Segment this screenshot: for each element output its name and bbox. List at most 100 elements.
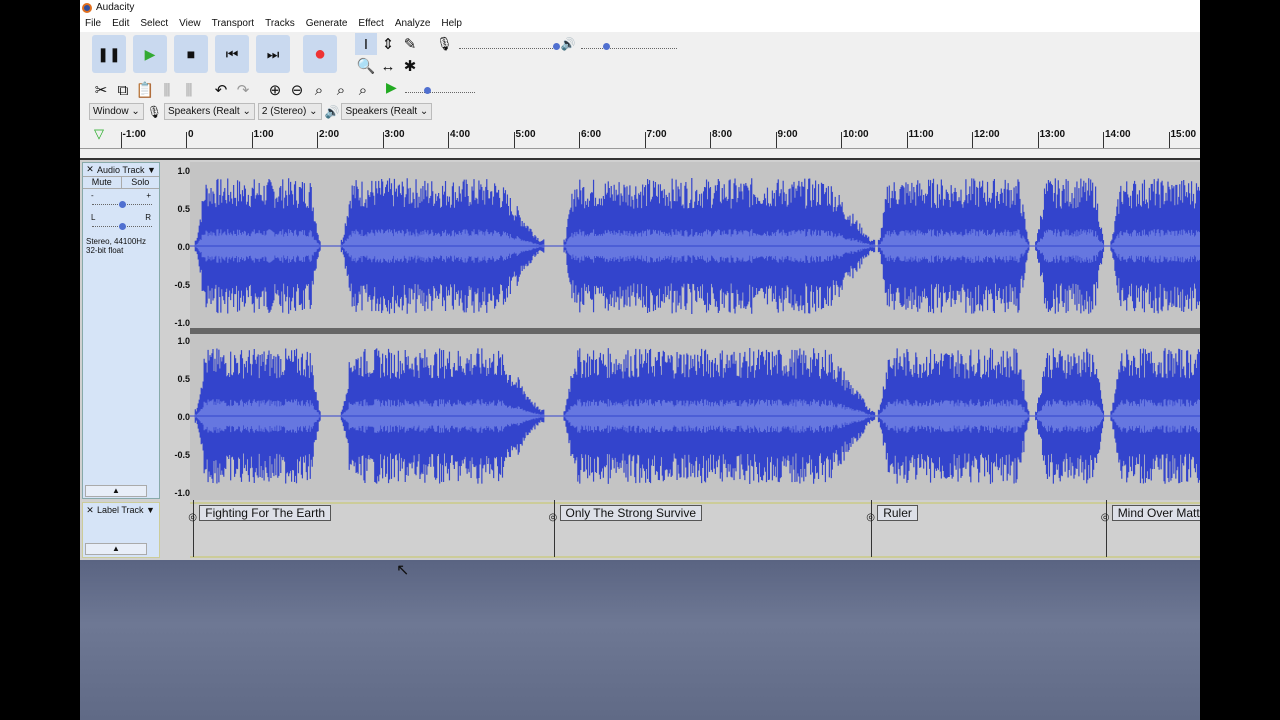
- label-handle-icon[interactable]: ◎: [549, 512, 558, 523]
- menu-edit[interactable]: Edit: [112, 18, 129, 29]
- menu-analyze[interactable]: Analyze: [395, 18, 431, 29]
- menu-bar: File Edit Select View Transport Tracks Generat…: [80, 15, 1200, 32]
- skip-start-button[interactable]: ⏮: [215, 35, 249, 73]
- label-marker[interactable]: [1105, 500, 1107, 557]
- skip-end-icon: ⏭: [266, 45, 280, 62]
- waveform[interactable]: [190, 162, 1200, 500]
- gain-slider[interactable]: [92, 200, 152, 208]
- stop-button[interactable]: ■: [174, 35, 208, 73]
- undo-button[interactable]: ↶: [210, 79, 232, 101]
- record-button[interactable]: ●: [303, 35, 337, 73]
- ruler-tick: -1:00: [122, 129, 146, 140]
- menu-view[interactable]: View: [179, 18, 201, 29]
- menu-effect[interactable]: Effect: [358, 18, 383, 29]
- trim-button[interactable]: ⫼: [156, 79, 178, 101]
- transport-toolbar: ❚❚ ▶ ■ ⏮ ⏭ ●: [92, 35, 344, 73]
- amplitude-label: 0.0: [177, 242, 190, 252]
- amplitude-label: 1.0: [177, 336, 190, 346]
- label-track-menu-button[interactable]: Label Track ▼: [97, 505, 155, 515]
- play-button[interactable]: ▶: [133, 35, 167, 73]
- recording-level-slider[interactable]: [458, 39, 560, 50]
- menu-select[interactable]: Select: [140, 18, 168, 29]
- recording-device-select[interactable]: Speakers (Realt ⌄: [163, 103, 255, 120]
- ruler-tick-mark: [448, 132, 449, 148]
- audio-host-select[interactable]: Window ⌄: [89, 103, 144, 120]
- label-marker[interactable]: [193, 500, 195, 557]
- playback-speed-slider[interactable]: [404, 83, 475, 94]
- pan-left-label: L: [91, 213, 96, 222]
- label-text[interactable]: Mind Over Matt: [1111, 505, 1200, 521]
- redo-button[interactable]: ↷: [232, 79, 254, 101]
- label-marker[interactable]: [871, 500, 873, 557]
- menu-transport[interactable]: Transport: [212, 18, 254, 29]
- pan-slider[interactable]: [92, 222, 152, 230]
- collapse-track-button[interactable]: ▲: [85, 485, 147, 497]
- ruler-tick: 12:00: [974, 129, 1000, 140]
- menu-tracks[interactable]: Tracks: [265, 18, 295, 29]
- label-handle-icon[interactable]: ◎: [188, 512, 197, 523]
- label-track-name: Label Track: [97, 505, 144, 515]
- label-text[interactable]: Ruler: [877, 505, 918, 521]
- label-handle-icon[interactable]: ◎: [1101, 512, 1110, 523]
- ruler-tick: 2:00: [319, 129, 340, 140]
- ruler-tick-mark: [513, 132, 515, 148]
- amplitude-label: 0.5: [177, 374, 190, 384]
- pause-button[interactable]: ❚❚: [92, 35, 126, 73]
- close-label-track-button[interactable]: ✕: [83, 505, 97, 516]
- zoom-in-button[interactable]: ⊕: [264, 79, 286, 101]
- zoom-out-button[interactable]: ⊖: [286, 79, 308, 101]
- audio-host-value: Window: [93, 106, 129, 117]
- cut-button[interactable]: ✂: [90, 79, 112, 101]
- copy-button[interactable]: ⧉: [112, 79, 134, 101]
- label-marker[interactable]: [553, 500, 555, 557]
- amplitude-label: -1.0: [174, 488, 190, 498]
- label-text[interactable]: Only The Strong Survive: [559, 505, 703, 521]
- amplitude-label: -0.5: [174, 450, 190, 460]
- skip-start-icon: ⏮: [225, 45, 239, 62]
- ruler-tick-mark: [1168, 132, 1170, 148]
- channels-select[interactable]: 2 (Stereo) ⌄: [257, 103, 322, 120]
- ruler-tick: 4:00: [450, 129, 471, 140]
- menu-generate[interactable]: Generate: [306, 18, 348, 29]
- fit-selection-button[interactable]: ⌕: [308, 79, 330, 101]
- solo-button[interactable]: Solo: [122, 177, 160, 188]
- playback-device-select[interactable]: Speakers (Realt ⌄: [341, 103, 433, 120]
- selection-tool-button[interactable]: I: [355, 33, 377, 55]
- ruler-tick-mark: [382, 132, 384, 148]
- menu-help[interactable]: Help: [441, 18, 462, 29]
- close-track-button[interactable]: ✕: [83, 164, 97, 175]
- zoom-tool-button[interactable]: 🔍: [355, 55, 377, 77]
- label-track-panel: ✕ Label Track ▼ ▲: [82, 502, 160, 558]
- ruler-tick: 0: [188, 129, 194, 140]
- tracks-area: ✕ Audio Track ▼ Mute Solo - + L R Stereo, …: [80, 158, 1200, 560]
- track-menu-button[interactable]: Audio Track ▼: [97, 165, 159, 175]
- title-bar: Audacity: [80, 0, 1200, 15]
- recording-device-value: Speakers (Realt: [167, 106, 240, 117]
- skip-end-button[interactable]: ⏭: [256, 35, 290, 73]
- time-shift-tool-button[interactable]: ↔: [377, 55, 399, 77]
- timeline-ruler[interactable]: ▽ -1:00 0 1:00 2:00 3:00 4:00 5:00 6:00 7:00 8:00…: [80, 124, 1200, 149]
- app-title: Audacity: [96, 2, 135, 13]
- multi-tool-button[interactable]: ✱: [399, 55, 421, 77]
- speaker-icon: 🔊: [560, 37, 576, 51]
- collapse-label-track-button[interactable]: ▲: [85, 543, 147, 555]
- meter-toolbar: 🎙 🔊: [436, 36, 678, 52]
- label-text[interactable]: Fighting For The Earth: [199, 505, 332, 521]
- zoom-toggle-button[interactable]: ⌕: [352, 79, 374, 101]
- microphone-icon: 🎙: [436, 36, 453, 51]
- silence-button[interactable]: ⫼: [178, 79, 200, 101]
- label-handle-icon[interactable]: ◎: [866, 512, 875, 523]
- draw-tool-button[interactable]: ✎: [399, 33, 421, 55]
- menu-file[interactable]: File: [85, 18, 101, 29]
- paste-button[interactable]: 📋: [134, 79, 156, 101]
- play-at-speed-button[interactable]: ▶: [386, 79, 397, 96]
- empty-track-area[interactable]: [80, 560, 1200, 720]
- envelope-tool-button[interactable]: ⇕: [377, 33, 399, 55]
- mute-button[interactable]: Mute: [83, 177, 122, 188]
- tools-toolbar: I ⇕ ✎ 🔍 ↔ ✱: [355, 33, 425, 77]
- playback-level-slider[interactable]: [581, 39, 678, 50]
- mouse-cursor-icon: ↖: [396, 562, 410, 579]
- device-toolbar: Window ⌄ 🎙 Speakers (Realt ⌄ 2 (Stereo) …: [89, 103, 435, 120]
- fit-project-button[interactable]: ⌕: [330, 79, 352, 101]
- ruler-tick-mark: [120, 132, 122, 148]
